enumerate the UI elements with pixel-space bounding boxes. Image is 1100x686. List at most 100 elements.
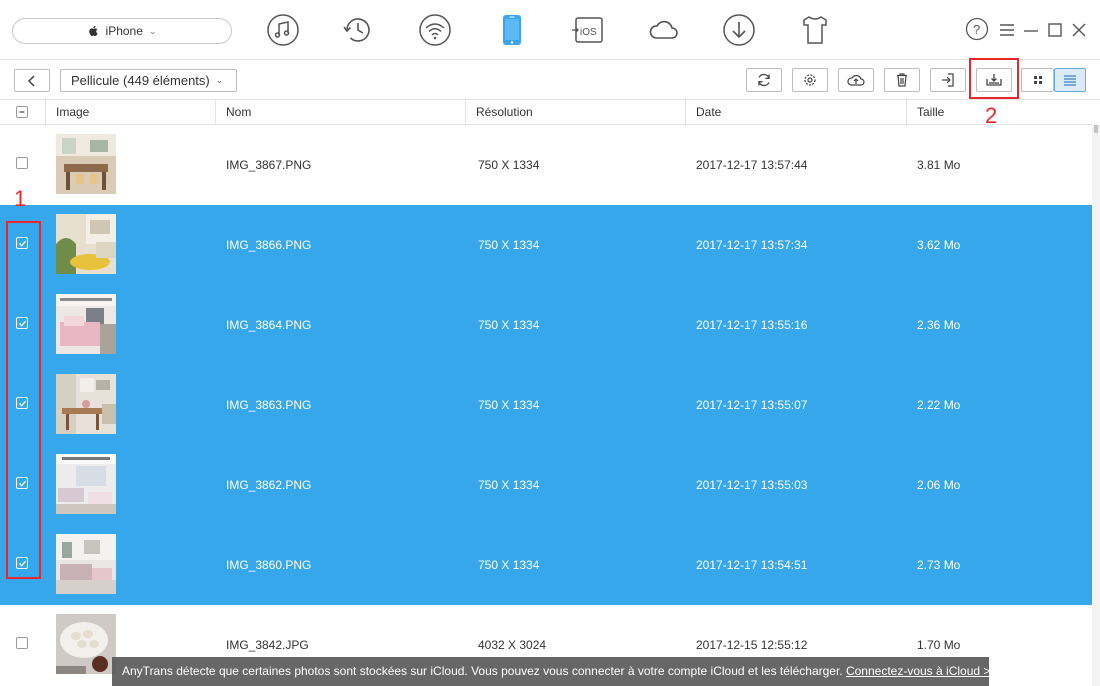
minimize-icon[interactable]	[1021, 20, 1041, 40]
table-row[interactable]: IMG_3863.PNG 750 X 1334 2017-12-17 13:55…	[0, 365, 1092, 445]
refresh-icon	[758, 73, 770, 87]
photo-thumbnail	[56, 534, 116, 594]
svg-text:?: ?	[973, 22, 980, 37]
device-name: iPhone	[105, 24, 143, 38]
download-icon[interactable]	[721, 12, 757, 48]
row-size: 2.22 Mo	[917, 398, 961, 412]
column-header-name[interactable]: Nom	[216, 100, 466, 125]
row-name: IMG_3863.PNG	[226, 398, 312, 412]
photo-thumbnail	[56, 214, 116, 274]
refresh-button[interactable]	[746, 68, 782, 92]
icloud-login-link[interactable]: Connectez-vous à iCloud >	[846, 664, 990, 678]
list-view-icon	[1064, 75, 1076, 86]
apple-icon	[88, 25, 98, 37]
row-date: 2017-12-17 13:57:34	[696, 238, 808, 252]
row-checkbox[interactable]	[16, 637, 28, 649]
row-name: IMG_3860.PNG	[226, 558, 312, 572]
row-resolution: 750 X 1334	[478, 558, 540, 572]
row-size: 2.73 Mo	[917, 558, 961, 572]
select-all-checkbox[interactable]	[16, 106, 28, 118]
row-resolution: 750 X 1334	[478, 478, 540, 492]
row-size: 3.62 Mo	[917, 238, 961, 252]
menu-icon[interactable]	[997, 20, 1017, 40]
grid-view-icon	[1033, 76, 1042, 84]
delete-button[interactable]	[884, 68, 920, 92]
tshirt-icon[interactable]	[797, 12, 833, 48]
export-to-pc-button[interactable]	[976, 68, 1012, 92]
photo-thumbnail	[56, 294, 116, 354]
table-row[interactable]: IMG_3860.PNG 750 X 1334 2017-12-17 13:54…	[0, 525, 1092, 605]
scrollbar-thumb[interactable]	[1094, 125, 1098, 133]
upload-icon	[847, 75, 865, 86]
chevron-down-icon: ⌄	[148, 25, 157, 36]
album-dropdown[interactable]: Pellicule (449 éléments) ⌄	[60, 69, 237, 92]
row-checkbox[interactable]	[16, 477, 28, 489]
album-label: Pellicule (449 éléments)	[71, 73, 210, 88]
import-icon	[942, 73, 954, 87]
row-date: 2017-12-17 13:57:44	[696, 158, 808, 172]
table-row[interactable]: IMG_3862.PNG 750 X 1334 2017-12-17 13:55…	[0, 445, 1092, 525]
wifi-icon[interactable]	[417, 12, 453, 48]
row-name: IMG_3864.PNG	[226, 318, 312, 332]
photo-list: IMG_3867.PNG 750 X 1334 2017-12-17 13:57…	[0, 125, 1092, 686]
upload-button[interactable]	[838, 68, 874, 92]
back-button[interactable]	[14, 69, 50, 92]
table-row[interactable]: IMG_3866.PNG 750 X 1334 2017-12-17 13:57…	[0, 205, 1092, 285]
top-bar: iPhone ⌄ iOS ?	[0, 0, 1100, 60]
icloud-notice: AnyTrans détecte que certaines photos so…	[112, 657, 990, 686]
row-date: 2017-12-17 13:54:51	[696, 558, 808, 572]
row-checkbox[interactable]	[16, 157, 28, 169]
row-size: 2.36 Mo	[917, 318, 961, 332]
anytrans-window: iPhone ⌄ iOS ? Pellicule (449 éléments) …	[0, 0, 1100, 686]
row-checkbox[interactable]	[16, 237, 28, 249]
list-view-button[interactable]	[1054, 68, 1086, 92]
device-selector[interactable]: iPhone ⌄	[12, 18, 232, 44]
maximize-icon[interactable]	[1045, 20, 1065, 40]
row-checkbox[interactable]	[16, 557, 28, 569]
row-name: IMG_3842.JPG	[226, 638, 309, 652]
chevron-down-icon: ⌄	[215, 75, 224, 85]
row-name: IMG_3867.PNG	[226, 158, 312, 172]
cloud-icon[interactable]	[646, 12, 682, 48]
annotation-label-1: 1	[14, 186, 27, 211]
history-icon[interactable]	[340, 12, 376, 48]
close-icon[interactable]	[1069, 20, 1089, 40]
music-icon[interactable]	[265, 12, 301, 48]
chevron-left-icon	[27, 74, 35, 87]
help-icon[interactable]: ?	[965, 17, 989, 41]
row-date: 2017-12-17 13:55:03	[696, 478, 808, 492]
row-resolution: 750 X 1334	[478, 158, 540, 172]
svg-text:iOS: iOS	[580, 27, 597, 38]
row-date: 2017-12-17 13:55:16	[696, 318, 808, 332]
row-date: 2017-12-17 13:55:07	[696, 398, 808, 412]
phone-icon[interactable]	[494, 12, 530, 48]
row-checkbox[interactable]	[16, 317, 28, 329]
vertical-scrollbar[interactable]	[1092, 125, 1100, 686]
row-checkbox[interactable]	[16, 397, 28, 409]
row-date: 2017-12-15 12:55:12	[696, 638, 808, 652]
settings-icon	[804, 74, 816, 86]
column-header-size[interactable]: Taille	[907, 100, 1092, 125]
table-row[interactable]: IMG_3864.PNG 750 X 1334 2017-12-17 13:55…	[0, 285, 1092, 365]
select-all-cell	[0, 100, 46, 125]
table-row[interactable]: IMG_3867.PNG 750 X 1334 2017-12-17 13:57…	[0, 125, 1092, 205]
photo-thumbnail	[56, 614, 116, 674]
annotation-label-2: 2	[985, 103, 998, 128]
column-header-date[interactable]: Date	[686, 100, 907, 125]
photo-thumbnail	[56, 134, 116, 194]
column-header-image[interactable]: Image	[46, 100, 216, 125]
settings-button[interactable]	[792, 68, 828, 92]
row-name: IMG_3866.PNG	[226, 238, 312, 252]
notice-text: AnyTrans détecte que certaines photos so…	[122, 664, 846, 678]
export-to-pc-icon	[986, 74, 1002, 86]
import-button[interactable]	[930, 68, 966, 92]
column-header-resolution[interactable]: Résolution	[466, 100, 686, 125]
grid-view-button[interactable]	[1021, 68, 1054, 92]
row-resolution: 750 X 1334	[478, 238, 540, 252]
row-name: IMG_3862.PNG	[226, 478, 312, 492]
delete-icon	[897, 73, 907, 87]
ios-icon[interactable]: iOS	[570, 12, 606, 48]
photo-thumbnail	[56, 374, 116, 434]
row-size: 1.70 Mo	[917, 638, 961, 652]
row-size: 2.06 Mo	[917, 478, 961, 492]
